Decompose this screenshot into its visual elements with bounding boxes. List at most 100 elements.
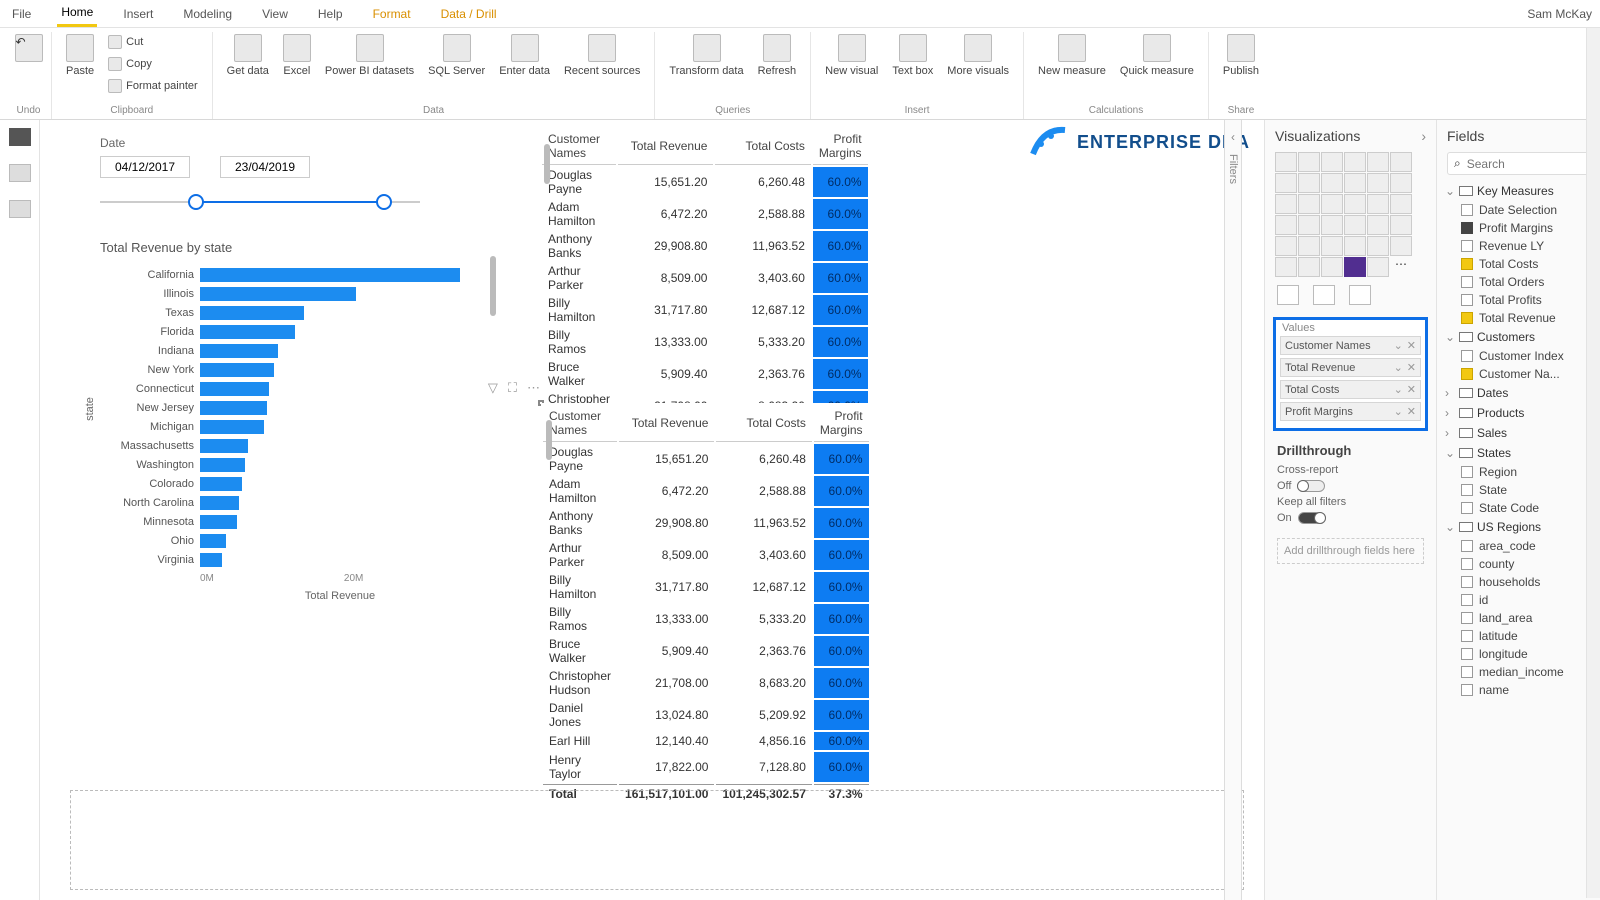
table-row[interactable]: Douglas Payne 15,651.20 6,260.48 60.0% bbox=[542, 167, 868, 197]
slider-thumb-to[interactable] bbox=[376, 194, 392, 210]
menu-format[interactable]: Format bbox=[369, 2, 415, 26]
viz-type-icon[interactable] bbox=[1298, 257, 1320, 277]
report-canvas[interactable]: ENTERPRISE DNA Date Total Revenue by sta… bbox=[40, 120, 1264, 900]
field-checkbox[interactable] bbox=[1461, 502, 1473, 514]
table-row[interactable]: Bruce Walker 5,909.40 2,363.76 60.0% bbox=[542, 359, 868, 389]
field-checkbox[interactable] bbox=[1461, 204, 1473, 216]
field-checkbox[interactable] bbox=[1461, 222, 1473, 234]
viz-type-icon[interactable] bbox=[1367, 152, 1389, 172]
field-menu-icon[interactable]: ⌄ bbox=[1394, 383, 1403, 396]
field-item[interactable]: Date Selection bbox=[1445, 201, 1592, 219]
pbi-datasets-button[interactable]: Power BI datasets bbox=[321, 32, 418, 79]
bar-row[interactable]: Texas bbox=[100, 303, 480, 322]
date-slicer[interactable]: Date bbox=[100, 136, 420, 212]
field-checkbox[interactable] bbox=[1461, 684, 1473, 696]
filter-icon[interactable]: ▽ bbox=[488, 380, 498, 396]
bar-row[interactable]: Florida bbox=[100, 322, 480, 341]
excel-button[interactable]: Excel bbox=[279, 32, 315, 79]
bar-row[interactable]: New York bbox=[100, 360, 480, 379]
field-table[interactable]: ⌄ Customers bbox=[1445, 327, 1592, 347]
drillthrough-drop-area[interactable]: Add drillthrough fields here bbox=[1277, 538, 1424, 564]
remove-field-icon[interactable]: ✕ bbox=[1407, 361, 1416, 374]
copy-button[interactable]: Copy bbox=[104, 54, 202, 74]
field-checkbox[interactable] bbox=[1461, 350, 1473, 362]
bar-row[interactable]: California bbox=[100, 265, 480, 284]
menu-help[interactable]: Help bbox=[314, 2, 347, 26]
viz-type-icon[interactable] bbox=[1344, 194, 1366, 214]
viz-type-icon[interactable] bbox=[1344, 173, 1366, 193]
column-header[interactable]: Total Costs bbox=[715, 128, 810, 165]
field-item[interactable]: longitude bbox=[1445, 645, 1592, 663]
paste-button[interactable]: Paste bbox=[62, 32, 98, 79]
quick-measure-button[interactable]: Quick measure bbox=[1116, 32, 1198, 79]
value-field-pill[interactable]: Total Revenue ⌄ ✕ bbox=[1280, 358, 1421, 377]
bar-row[interactable]: Minnesota bbox=[100, 512, 480, 531]
text-box-button[interactable]: Text box bbox=[888, 32, 937, 79]
field-menu-icon[interactable]: ⌄ bbox=[1394, 405, 1403, 418]
field-table[interactable]: ⌄ Key Measures bbox=[1445, 181, 1592, 201]
field-item[interactable]: median_income bbox=[1445, 663, 1592, 681]
bar-row[interactable]: Connecticut bbox=[100, 379, 480, 398]
bar-row[interactable]: Colorado bbox=[100, 474, 480, 493]
viz-type-icon[interactable] bbox=[1344, 257, 1366, 277]
bar-row[interactable]: Illinois bbox=[100, 284, 480, 303]
field-menu-icon[interactable]: ⌄ bbox=[1394, 361, 1403, 374]
date-slider[interactable] bbox=[100, 192, 420, 212]
viz-type-icon[interactable] bbox=[1321, 173, 1343, 193]
undo-button[interactable]: ↶ bbox=[11, 32, 47, 64]
bar-row[interactable]: Washington bbox=[100, 455, 480, 474]
field-menu-icon[interactable]: ⌄ bbox=[1394, 339, 1403, 352]
viz-type-icon[interactable] bbox=[1321, 236, 1343, 256]
fields-search[interactable]: ⌕ bbox=[1447, 152, 1590, 175]
menu-home[interactable]: Home bbox=[57, 0, 97, 27]
field-item[interactable]: Revenue LY bbox=[1445, 237, 1592, 255]
column-header[interactable]: Total Revenue bbox=[618, 128, 713, 165]
viz-type-icon[interactable] bbox=[1390, 194, 1412, 214]
bar-row[interactable]: Ohio bbox=[100, 531, 480, 550]
field-checkbox[interactable] bbox=[1461, 368, 1473, 380]
field-item[interactable]: land_area bbox=[1445, 609, 1592, 627]
table-row[interactable]: Billy Ramos 13,333.00 5,333.20 60.0% bbox=[542, 327, 868, 357]
field-item[interactable]: Total Revenue bbox=[1445, 309, 1592, 327]
field-item[interactable]: area_code bbox=[1445, 537, 1592, 555]
field-checkbox[interactable] bbox=[1461, 666, 1473, 678]
remove-field-icon[interactable]: ✕ bbox=[1407, 383, 1416, 396]
column-header[interactable]: Customer Names bbox=[543, 405, 617, 442]
customer-table-2[interactable]: ▽ ⛶ ⋯ Customer NamesTotal RevenueTotal C… bbox=[538, 400, 544, 406]
filters-pane-collapsed[interactable]: ‹ Filters bbox=[1224, 120, 1242, 900]
chart-scrollbar[interactable] bbox=[490, 256, 496, 316]
viz-type-icon[interactable] bbox=[1275, 173, 1297, 193]
field-item[interactable]: State Code bbox=[1445, 499, 1592, 517]
bar-row[interactable]: Michigan bbox=[100, 417, 480, 436]
field-item[interactable]: name bbox=[1445, 681, 1592, 699]
viz-type-icon[interactable] bbox=[1298, 173, 1320, 193]
field-table[interactable]: › Products bbox=[1445, 403, 1592, 423]
field-checkbox[interactable] bbox=[1461, 484, 1473, 496]
column-header[interactable]: Total Revenue bbox=[619, 405, 714, 442]
field-item[interactable]: Total Costs bbox=[1445, 255, 1592, 273]
column-header[interactable]: Profit Margins bbox=[813, 128, 868, 165]
data-view-icon[interactable] bbox=[9, 164, 31, 182]
field-item[interactable]: county bbox=[1445, 555, 1592, 573]
bar-row[interactable]: Massachusetts bbox=[100, 436, 480, 455]
table-row[interactable]: Daniel Jones 13,024.80 5,209.92 60.0% bbox=[543, 700, 869, 730]
field-item[interactable]: Region bbox=[1445, 463, 1592, 481]
column-header[interactable]: Customer Names bbox=[542, 128, 616, 165]
field-checkbox[interactable] bbox=[1461, 630, 1473, 642]
column-header[interactable]: Profit Margins bbox=[814, 405, 869, 442]
viz-type-icon[interactable] bbox=[1275, 215, 1297, 235]
collapse-visualizations-icon[interactable]: › bbox=[1421, 128, 1426, 144]
viz-type-icon[interactable] bbox=[1344, 152, 1366, 172]
expand-filters-icon[interactable]: ‹ bbox=[1231, 130, 1235, 144]
bar-row[interactable]: Virginia bbox=[100, 550, 480, 569]
viz-type-icon[interactable] bbox=[1275, 152, 1297, 172]
field-checkbox[interactable] bbox=[1461, 594, 1473, 606]
field-table[interactable]: ⌄ US Regions bbox=[1445, 517, 1592, 537]
report-view-icon[interactable] bbox=[9, 128, 31, 146]
focus-mode-icon[interactable]: ⛶ bbox=[508, 380, 517, 396]
table-row[interactable]: Adam Hamilton 6,472.20 2,588.88 60.0% bbox=[542, 199, 868, 229]
viz-type-icon[interactable] bbox=[1344, 236, 1366, 256]
date-to-input[interactable] bbox=[220, 156, 310, 178]
refresh-button[interactable]: Refresh bbox=[754, 32, 801, 79]
field-item[interactable]: Total Orders bbox=[1445, 273, 1592, 291]
